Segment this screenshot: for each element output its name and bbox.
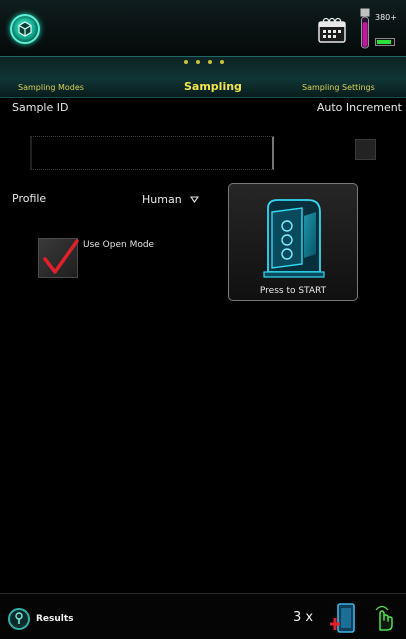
bottom-bar: Results 3 x <box>0 593 406 639</box>
page-indicator <box>184 60 224 64</box>
tube-rack-icon[interactable] <box>330 602 358 634</box>
page-dot <box>208 60 212 64</box>
tab-sampling-settings[interactable]: Sampling Settings <box>302 83 375 92</box>
sample-tube-icon <box>360 8 370 49</box>
calendar-icon[interactable] <box>318 17 346 43</box>
sample-id-label: Sample ID <box>12 101 69 114</box>
home-button[interactable] <box>10 14 40 44</box>
start-label: Press to START <box>259 286 327 296</box>
chevron-down-icon <box>189 195 199 203</box>
profile-label: Profile <box>12 192 47 205</box>
profile-value: Human <box>142 192 182 206</box>
battery-indicator <box>375 38 395 46</box>
cube-home-icon <box>18 21 32 37</box>
sample-id-input[interactable] <box>30 136 274 170</box>
page-dot <box>196 60 200 64</box>
page-dot <box>220 60 224 64</box>
open-mode-checkbox[interactable] <box>38 238 79 278</box>
rack-multiplier: 3 x <box>293 610 314 625</box>
auto-increment-label: Auto Increment <box>316 101 402 114</box>
results-icon <box>8 608 30 630</box>
battery-fill <box>377 40 391 44</box>
open-mode-label: Use Open Mode <box>83 240 155 250</box>
checkmark-icon <box>43 239 79 274</box>
results-label: Results <box>36 614 74 624</box>
profile-dropdown[interactable]: Human <box>142 190 199 208</box>
tube-count: 380+ <box>375 13 397 22</box>
start-button[interactable]: Press to START <box>228 183 358 301</box>
tab-strip: Sampling Modes Sampling Sampling Setting… <box>0 56 406 98</box>
tab-sampling-modes[interactable]: Sampling Modes <box>18 83 84 92</box>
auto-increment-checkbox[interactable] <box>355 139 376 160</box>
results-button[interactable]: Results <box>8 608 74 630</box>
page-dot <box>184 60 188 64</box>
tab-sampling[interactable]: Sampling <box>184 80 242 93</box>
top-bar: 380+ <box>0 0 406 56</box>
touch-hand-icon[interactable] <box>372 604 396 632</box>
analyzer-icon <box>263 199 325 278</box>
